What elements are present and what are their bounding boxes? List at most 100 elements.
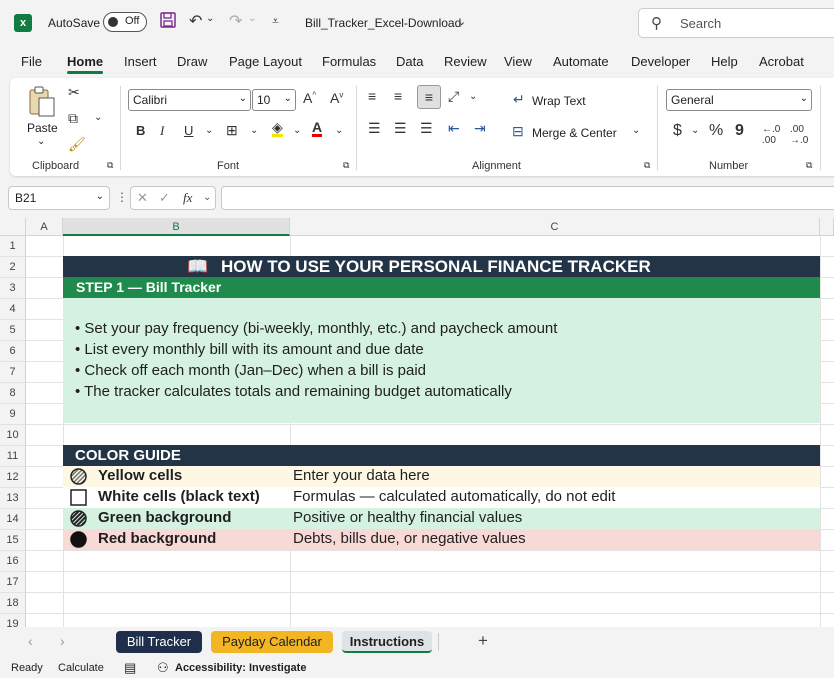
document-title[interactable]: Bill_Tracker_Excel-Download [305,16,461,30]
orientation-icon[interactable]: ⤢ [448,88,459,105]
copy-dropdown-icon[interactable]: ⌄ [94,112,102,123]
paste-icon[interactable] [27,86,57,121]
align-middle-icon[interactable]: ≡ [394,88,402,104]
fill-color-icon[interactable]: ◈ [272,120,283,137]
font-size-select[interactable]: 10 ⌄ [252,89,296,111]
tab-page-layout[interactable]: Page Layout [229,54,302,69]
orientation-dropdown-icon[interactable]: ⌄ [469,91,477,102]
row-header[interactable]: 8 [0,383,26,404]
scroll-right-icon[interactable]: › [60,633,65,649]
column-header-b[interactable]: B [63,218,290,236]
autosave-toggle[interactable]: Off [103,12,147,32]
row-header[interactable]: 3 [0,278,26,299]
row-header[interactable]: 11 [0,446,26,467]
spreadsheet-grid[interactable]: A B C 1 2 3 4 5 6 7 8 9 10 11 12 13 14 15 16 17 18 19 📖 HO… [0,218,834,627]
redo-dropdown-icon[interactable]: ⌄ [248,13,256,24]
currency-dropdown-icon[interactable]: ⌄ [691,125,699,136]
align-bottom-icon[interactable]: ≡ [417,85,441,109]
cancel-icon[interactable]: ✕ [137,190,148,206]
sheet-tab-instructions[interactable]: Instructions [342,631,432,653]
step1-body[interactable]: • Set your pay frequency (bi-weekly, mon… [63,298,820,423]
wrap-text-button[interactable]: Wrap Text [532,94,586,108]
more-options-icon[interactable]: ⋮ [116,190,128,204]
row-header[interactable]: 5 [0,320,26,341]
font-launcher-icon[interactable]: ⧉ [343,160,349,171]
underline-dropdown-icon[interactable]: ⌄ [205,125,213,136]
increase-decimal-icon[interactable]: ←.0.00 [762,124,780,146]
decrease-decimal-icon[interactable]: .00 →.0 [790,124,808,146]
row-header[interactable]: 7 [0,362,26,383]
tab-data[interactable]: Data [396,54,423,69]
tab-view[interactable]: View [504,54,532,69]
color-guide-row[interactable]: Green background Positive or healthy fin… [63,508,820,529]
tab-formulas[interactable]: Formulas [322,54,376,69]
align-left-icon[interactable]: ☰ [368,120,381,137]
title-banner[interactable]: 📖 HOW TO USE YOUR PERSONAL FINANCE TRACK… [63,256,820,277]
color-guide-row[interactable]: Yellow cells Enter your data here [63,466,820,487]
row-header[interactable]: 10 [0,425,26,446]
underline-button[interactable]: U [184,123,193,138]
column-header-a[interactable]: A [26,218,63,236]
row-header[interactable]: 19 [0,614,26,627]
accessibility-status[interactable]: Accessibility: Investigate [175,662,306,674]
tab-acrobat[interactable]: Acrobat [759,54,804,69]
name-box[interactable]: B21 ⌄ [8,186,110,210]
formula-input[interactable] [221,186,834,210]
tab-draw[interactable]: Draw [177,54,207,69]
color-guide-row[interactable]: White cells (black text) Formulas — calc… [63,487,820,508]
redo-icon[interactable]: ↷ [229,11,242,31]
row-header[interactable]: 6 [0,341,26,362]
column-header-c[interactable]: C [290,218,820,236]
row-header[interactable]: 18 [0,593,26,614]
borders-icon[interactable]: ⊞ [226,122,238,139]
tab-file[interactable]: File [21,54,42,69]
tab-automate[interactable]: Automate [553,54,609,69]
bold-button[interactable]: B [136,123,145,138]
accessibility-icon[interactable]: ⚇ [157,660,169,676]
merge-center-icon[interactable]: ⊟ [512,123,524,140]
row-header[interactable]: 14 [0,509,26,530]
alignment-launcher-icon[interactable]: ⧉ [644,160,650,171]
merge-dropdown-icon[interactable]: ⌄ [632,125,640,136]
sheet-tab-payday-calendar[interactable]: Payday Calendar [211,631,333,653]
decrease-font-icon[interactable]: Av [330,90,343,106]
color-guide-row[interactable]: Red background Debts, bills due, or nega… [63,529,820,550]
row-header[interactable]: 2 [0,257,26,278]
tab-home[interactable]: Home [67,54,104,74]
enter-icon[interactable]: ✓ [159,190,170,206]
merge-center-button[interactable]: Merge & Center [532,126,617,140]
sheet-tab-bill-tracker[interactable]: Bill Tracker [116,631,202,653]
tab-developer[interactable]: Developer [631,54,690,69]
percent-button[interactable]: % [709,122,723,140]
scroll-left-icon[interactable]: ‹ [28,633,33,649]
row-header[interactable]: 9 [0,404,26,425]
font-name-select[interactable]: Calibri ⌄ [128,89,251,111]
search-box[interactable]: ⚲ Search [638,8,834,38]
row-header[interactable]: 16 [0,551,26,572]
insert-function-button[interactable]: fx [183,190,192,206]
italic-button[interactable]: I [160,123,164,139]
undo-icon[interactable]: ↶ [189,11,202,31]
calculate-button[interactable]: Calculate [58,662,104,674]
fill-color-dropdown-icon[interactable]: ⌄ [293,125,301,136]
decrease-indent-icon[interactable]: ⇤ [448,120,460,137]
number-launcher-icon[interactable]: ⧉ [806,160,812,171]
currency-button[interactable]: $ [673,122,682,140]
color-guide-header[interactable]: COLOR GUIDE [63,445,820,466]
tab-review[interactable]: Review [444,54,487,69]
add-sheet-icon[interactable]: + [478,631,488,651]
row-header[interactable]: 12 [0,467,26,488]
undo-dropdown-icon[interactable]: ⌄ [206,13,214,24]
format-painter-icon[interactable]: 🖌 [68,136,86,153]
save-icon[interactable] [160,12,176,33]
increase-indent-icon[interactable]: ⇥ [474,120,486,137]
fx-dropdown-icon[interactable]: ⌄ [203,192,211,203]
number-format-select[interactable]: General ⌄ [666,89,812,111]
customize-toolbar-icon[interactable]: ⩡ [272,14,279,29]
increase-font-icon[interactable]: A^ [303,90,316,106]
paste-dropdown-icon[interactable]: ⌄ [37,136,45,147]
paste-button[interactable]: Paste [27,121,58,135]
align-top-icon[interactable]: ≡ [368,88,376,104]
tab-insert[interactable]: Insert [124,54,157,69]
borders-dropdown-icon[interactable]: ⌄ [250,125,258,136]
